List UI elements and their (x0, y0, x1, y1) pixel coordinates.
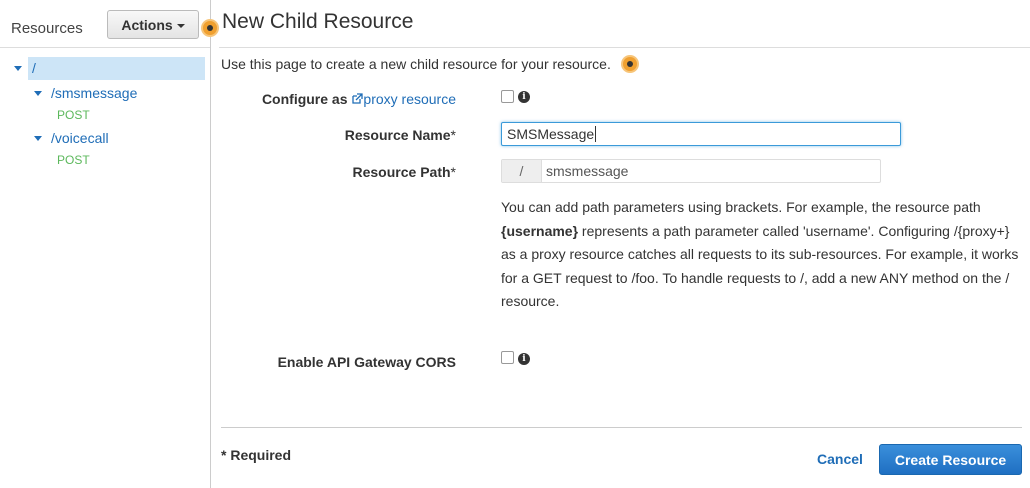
chevron-down-icon[interactable] (34, 136, 42, 141)
help-text-part-2: represents a path parameter called 'user… (501, 222, 1019, 310)
cors-checkbox[interactable] (501, 351, 514, 364)
cors-label: Enable API Gateway CORS (277, 354, 456, 370)
api-gateway-console: Resources Actions / /smsmessage POST /vo… (0, 0, 1030, 488)
title-divider (219, 47, 1030, 48)
actions-dropdown-button[interactable]: Actions (107, 10, 199, 39)
create-resource-label: Create Resource (894, 451, 1007, 468)
help-text-part-1: You can add path parameters using bracke… (501, 199, 981, 215)
tree-item-root[interactable]: / (32, 60, 36, 76)
tree-method-smsmessage-post[interactable]: POST (57, 108, 90, 122)
resources-panel: Resources Actions / /smsmessage POST /vo… (0, 0, 211, 488)
resource-name-input[interactable]: SMSMessage (501, 122, 901, 146)
create-resource-button[interactable]: Create Resource (879, 444, 1022, 475)
required-marker: * (450, 164, 456, 180)
proxy-resource-checkbox[interactable] (501, 90, 514, 103)
tree-method-voicecall-post[interactable]: POST (57, 153, 90, 167)
chevron-down-icon[interactable] (34, 91, 42, 96)
cancel-button[interactable]: Cancel (817, 451, 863, 467)
tree-item-voicecall[interactable]: /voicecall (51, 130, 109, 146)
page-title: New Child Resource (222, 10, 414, 33)
resource-path-prefix: / (502, 160, 542, 182)
required-note: * Required (221, 447, 292, 463)
intro-text: Use this page to create a new child reso… (221, 56, 611, 72)
tree-item-root-selected[interactable] (28, 57, 205, 80)
proxy-resource-link[interactable]: proxy resource (363, 91, 456, 107)
resource-name-label: Resource Name* (300, 127, 456, 143)
intro-text-content: Use this page to create a new child reso… (221, 56, 611, 72)
resource-path-help-text: You can add path parameters using bracke… (501, 196, 1021, 314)
required-marker: * (450, 127, 456, 143)
info-icon[interactable]: i (518, 91, 530, 103)
footer-divider (221, 427, 1022, 428)
hotspot-indicator (203, 21, 217, 35)
actions-label: Actions (121, 16, 173, 33)
resources-title: Resources (11, 20, 83, 37)
tree-item-smsmessage[interactable]: /smsmessage (51, 85, 137, 101)
resources-header: Resources Actions (0, 0, 210, 48)
resource-path-input[interactable]: smsmessage (542, 160, 880, 182)
text-cursor (595, 126, 597, 142)
resource-path-label: Resource Path* (300, 164, 457, 180)
info-icon[interactable]: i (518, 353, 530, 365)
external-link-icon[interactable] (351, 91, 364, 107)
resource-name-label-text: Resource Name (344, 127, 451, 143)
chevron-down-icon[interactable] (14, 66, 22, 71)
hotspot-indicator (623, 57, 637, 71)
configure-as-text: Configure as (261, 91, 348, 107)
help-text-param: {username} (501, 222, 579, 239)
resource-path-label-text: Resource Path (352, 164, 451, 180)
chevron-down-icon (176, 23, 185, 28)
resource-name-value: SMSMessage (507, 126, 595, 142)
resource-path-field[interactable]: / smsmessage (501, 159, 881, 183)
configure-as-label: Configure as proxy resource (253, 91, 456, 107)
